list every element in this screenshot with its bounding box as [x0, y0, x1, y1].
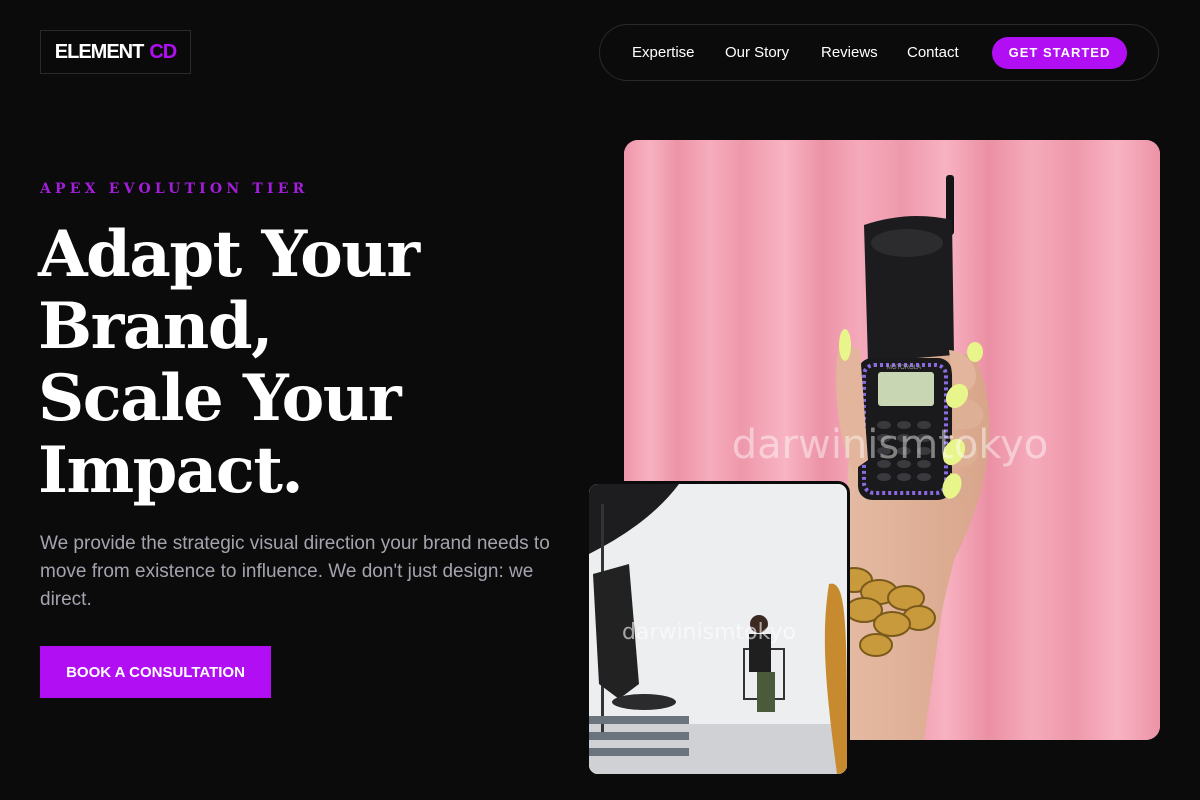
book-consultation-button[interactable]: BOOK A CONSULTATION: [40, 646, 271, 698]
logo-text: ELEMENT: [54, 40, 145, 63]
landing-page: ELEMENT CD Expertise Our Story Reviews Co…: [0, 0, 1200, 800]
inset-photo-watermark: darwinismtokyo: [622, 620, 796, 645]
nav-link-reviews[interactable]: Reviews: [821, 25, 878, 80]
nav-link-expertise[interactable]: Expertise: [632, 25, 695, 80]
hero-eyebrow: APEX EVOLUTION TIER: [40, 181, 309, 197]
nav-link-our-story[interactable]: Our Story: [725, 25, 789, 80]
hero-description: We provide the strategic visual directio…: [40, 533, 550, 610]
hero-headline: Adapt Your Brand, Scale Your Impact.: [38, 219, 598, 507]
main-nav: Expertise Our Story Reviews Contact GET …: [599, 24, 1159, 81]
get-started-button[interactable]: GET STARTED: [992, 37, 1127, 69]
main-photo-watermark: darwinismtokyo: [732, 422, 1048, 468]
logo-accent: CD: [149, 40, 177, 63]
headline-line: Impact.: [38, 433, 304, 508]
headline-line: Scale Your: [38, 361, 402, 436]
brand-logo[interactable]: ELEMENT CD: [40, 30, 191, 74]
phone-brand-label: MOTOROLA: [887, 365, 921, 371]
inset-photo: darwinismtokyo: [586, 481, 850, 777]
nav-link-contact[interactable]: Contact: [907, 25, 959, 80]
headline-line: Brand,: [38, 289, 273, 364]
headline-line: Adapt Your: [38, 217, 420, 292]
